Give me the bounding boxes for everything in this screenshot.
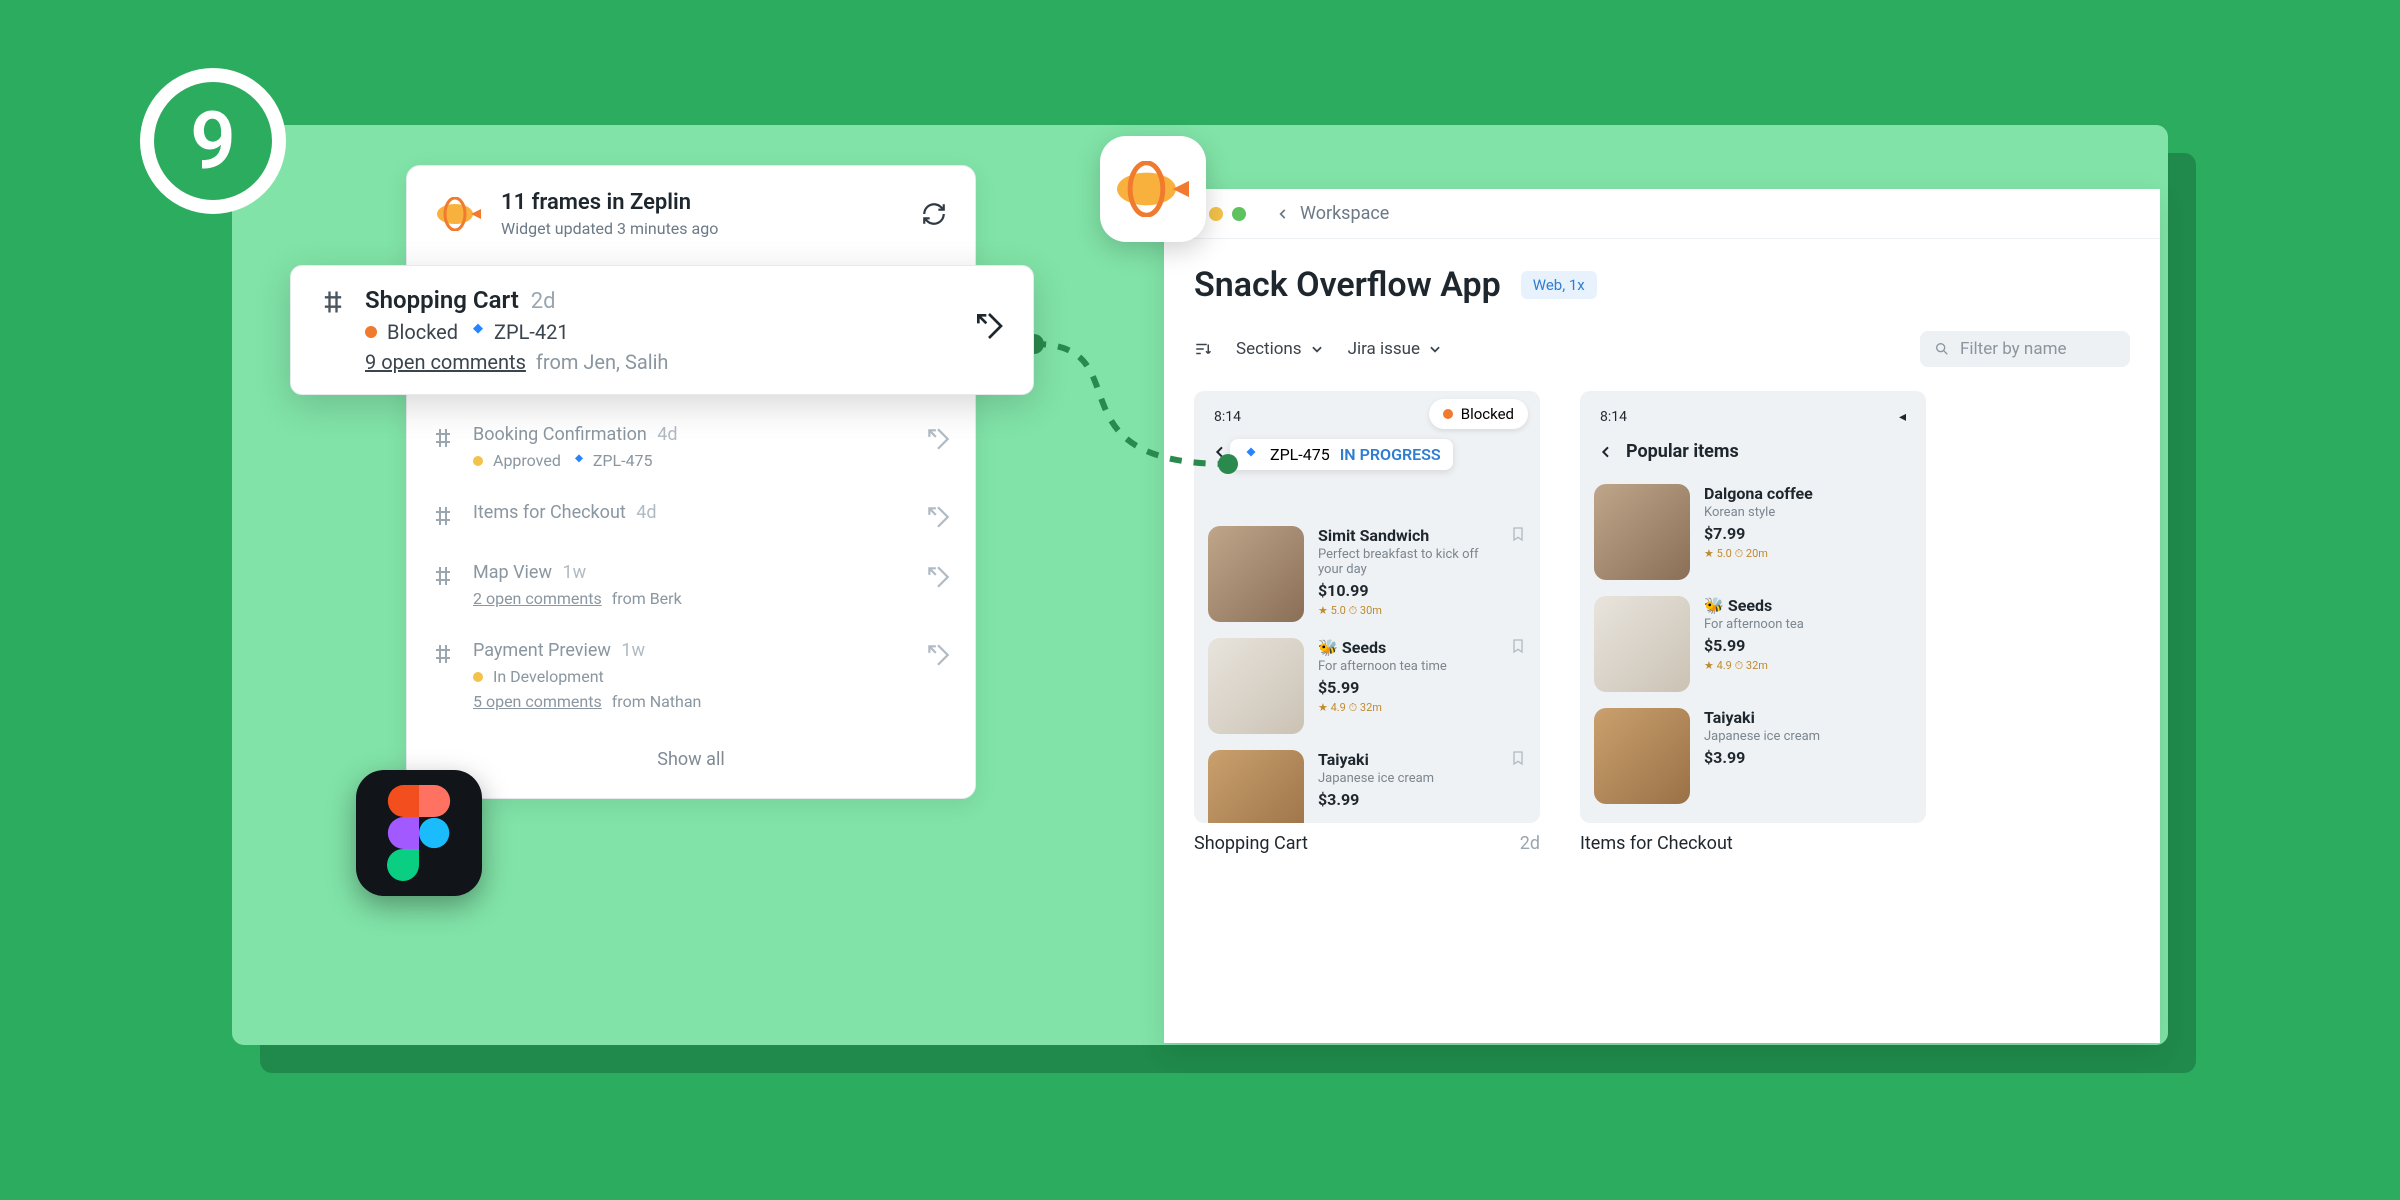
- window-titlebar: Workspace: [1164, 189, 2160, 239]
- chevron-down-icon: [1428, 342, 1442, 356]
- widget-title: 11 frames in Zeplin: [501, 190, 718, 215]
- screens-grid: Blocked 8:14◂ S ZPL-475IN PROGRESS Simit…: [1164, 391, 2160, 884]
- project-header: Snack Overflow App Web, 1x: [1164, 239, 2160, 315]
- frame-name: Booking Confirmation: [473, 424, 647, 445]
- comments-link[interactable]: 9 open comments: [365, 350, 526, 374]
- comments-link[interactable]: 2 open comments: [473, 589, 602, 608]
- screen-age: 2d: [1520, 833, 1540, 854]
- refresh-icon[interactable]: [921, 201, 947, 227]
- product-row: 🐝 SeedsFor afternoon tea$5.99★ 4.9 ⏱ 32m: [1594, 588, 1912, 700]
- frame-row[interactable]: Booking Confirmation 4d Approved ZPL-475: [407, 408, 975, 486]
- jira-dropdown[interactable]: Jira issue: [1348, 339, 1442, 359]
- screen-name: Shopping Cart: [1194, 833, 1308, 854]
- frame-age: 1w: [621, 640, 645, 661]
- status-dot: [473, 672, 483, 682]
- open-icon[interactable]: [925, 426, 951, 452]
- frame-row[interactable]: Items for Checkout 4d: [407, 486, 975, 546]
- number-badge: 9: [140, 68, 286, 214]
- commenters: from Berk: [612, 589, 682, 608]
- sections-dropdown[interactable]: Sections: [1236, 339, 1324, 359]
- project-chip: Web, 1x: [1521, 271, 1597, 299]
- status-dot: [473, 456, 483, 466]
- frame-row[interactable]: Payment Preview 1w In Development 5 open…: [407, 624, 975, 727]
- comments-link[interactable]: 5 open comments: [473, 692, 602, 711]
- screen-card[interactable]: Blocked 8:14◂ S ZPL-475IN PROGRESS Simit…: [1194, 391, 1540, 854]
- widget-header: 11 frames in Zeplin Widget updated 3 min…: [407, 166, 975, 258]
- jira-badge: ZPL-475IN PROGRESS: [1230, 439, 1453, 470]
- zeplin-app-window: Workspace Snack Overflow App Web, 1x Sec…: [1164, 189, 2160, 1043]
- open-icon[interactable]: [925, 504, 951, 530]
- back-icon: [1598, 444, 1614, 460]
- open-icon[interactable]: [925, 564, 951, 590]
- status-dot: [365, 326, 377, 338]
- product-row: TaiyakiJapanese ice cream$3.99: [1208, 742, 1526, 823]
- figma-widget: 11 frames in Zeplin Widget updated 3 min…: [406, 165, 976, 799]
- screen-name: Items for Checkout: [1580, 833, 1733, 854]
- breadcrumb[interactable]: Workspace: [1276, 203, 1389, 224]
- frame-age: 4d: [657, 424, 677, 445]
- screen-thumbnail: Blocked 8:14◂ S ZPL-475IN PROGRESS Simit…: [1194, 391, 1540, 823]
- product-row: Dalgona coffeeKorean style$7.99★ 5.0 ⏱ 2…: [1594, 476, 1912, 588]
- frame-row[interactable]: Map View 1w 2 open comments from Berk: [407, 546, 975, 624]
- phone-time: 8:14: [1214, 409, 1241, 425]
- frame-name: Items for Checkout: [473, 502, 626, 523]
- frame-name: Map View: [473, 562, 552, 583]
- frame-icon: [431, 564, 455, 588]
- open-icon[interactable]: [973, 310, 1005, 342]
- chevron-down-icon: [1310, 342, 1324, 356]
- frame-name: Shopping Cart: [365, 286, 519, 314]
- frame-row-highlighted[interactable]: Shopping Cart 2d Blocked ZPL-421 9 open c…: [290, 265, 1034, 395]
- number-badge-text: 9: [190, 94, 236, 188]
- product-row: 🐝 SeedsFor afternoon tea time$5.99★ 4.9 …: [1208, 630, 1526, 742]
- back-icon: [1212, 444, 1228, 460]
- product-row: Simit SandwichPerfect breakfast to kick …: [1208, 518, 1526, 630]
- phone-time: 8:14: [1600, 409, 1627, 425]
- phone-title: Popular items: [1626, 441, 1739, 462]
- frame-status: In Development: [493, 667, 604, 686]
- status-badge: Blocked: [1429, 399, 1528, 429]
- jira-link[interactable]: ZPL-475: [571, 451, 653, 470]
- show-all-button[interactable]: Show all: [407, 727, 975, 798]
- jira-link[interactable]: ZPL-421: [468, 320, 569, 344]
- frame-age: 4d: [636, 502, 656, 523]
- widget-subtitle: Widget updated 3 minutes ago: [501, 219, 718, 238]
- sort-icon[interactable]: [1194, 340, 1212, 358]
- figma-app-icon: [356, 770, 482, 896]
- bookmark-icon: [1510, 750, 1526, 766]
- commenters: from Jen, Salih: [536, 350, 669, 374]
- commenters: from Nathan: [612, 692, 702, 711]
- filter-bar: Sections Jira issue Filter by name: [1164, 315, 2160, 391]
- bookmark-icon: [1510, 638, 1526, 654]
- frame-age: 2d: [531, 289, 556, 314]
- frame-icon: [319, 288, 347, 316]
- frame-name: Payment Preview: [473, 640, 611, 661]
- frame-icon: [431, 642, 455, 666]
- bookmark-icon: [1510, 526, 1526, 542]
- frame-icon: [431, 426, 455, 450]
- screen-card[interactable]: 8:14◂ Popular items Dalgona coffeeKorean…: [1580, 391, 1926, 854]
- frame-age: 1w: [562, 562, 586, 583]
- search-icon: [1934, 341, 1950, 357]
- screen-thumbnail: 8:14◂ Popular items Dalgona coffeeKorean…: [1580, 391, 1926, 823]
- project-title: Snack Overflow App: [1194, 265, 1501, 305]
- frame-status: Blocked: [387, 320, 458, 344]
- frame-icon: [431, 504, 455, 528]
- frame-status: Approved: [493, 451, 561, 470]
- search-input[interactable]: Filter by name: [1920, 331, 2130, 367]
- product-row: TaiyakiJapanese ice cream$3.99: [1594, 700, 1912, 812]
- zeplin-app-icon: [1100, 136, 1206, 242]
- open-icon[interactable]: [925, 642, 951, 668]
- zeplin-icon: [435, 190, 483, 238]
